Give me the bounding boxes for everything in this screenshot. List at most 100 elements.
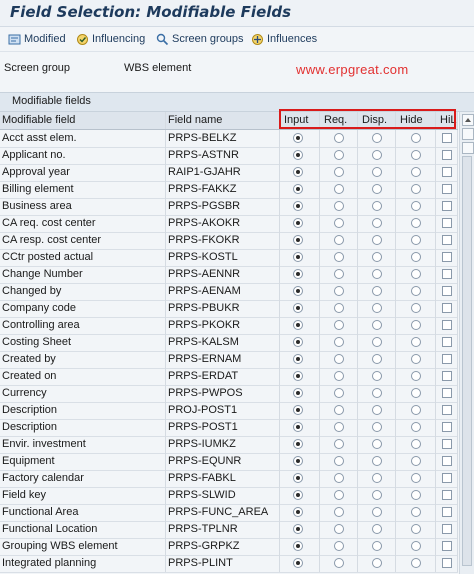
disp-radio[interactable] <box>372 388 382 398</box>
disp-radio[interactable] <box>372 184 382 194</box>
hide-radio[interactable] <box>411 269 421 279</box>
disp-radio[interactable] <box>372 507 382 517</box>
req-radio[interactable] <box>334 337 344 347</box>
hide-radio[interactable] <box>411 490 421 500</box>
req-radio[interactable] <box>334 371 344 381</box>
column-header-modifiable-field[interactable]: Modifiable field <box>0 112 166 129</box>
req-radio[interactable] <box>334 354 344 364</box>
hide-radio[interactable] <box>411 507 421 517</box>
disp-radio[interactable] <box>372 405 382 415</box>
disp-radio[interactable] <box>372 235 382 245</box>
input-radio[interactable] <box>293 507 303 517</box>
input-radio[interactable] <box>293 269 303 279</box>
req-radio[interactable] <box>334 201 344 211</box>
input-radio[interactable] <box>293 524 303 534</box>
screen-groups-button[interactable]: Screen groups <box>156 30 244 48</box>
hide-radio[interactable] <box>411 320 421 330</box>
hili-checkbox[interactable] <box>442 133 452 143</box>
hide-radio[interactable] <box>411 354 421 364</box>
scroll-top-button[interactable] <box>462 142 474 154</box>
input-radio[interactable] <box>293 167 303 177</box>
hili-checkbox[interactable] <box>442 388 452 398</box>
req-radio[interactable] <box>334 235 344 245</box>
hide-radio[interactable] <box>411 422 421 432</box>
hide-radio[interactable] <box>411 473 421 483</box>
hide-radio[interactable] <box>411 218 421 228</box>
disp-radio[interactable] <box>372 337 382 347</box>
disp-radio[interactable] <box>372 167 382 177</box>
hili-checkbox[interactable] <box>442 473 452 483</box>
disp-radio[interactable] <box>372 541 382 551</box>
hili-checkbox[interactable] <box>442 371 452 381</box>
input-radio[interactable] <box>293 235 303 245</box>
disp-radio[interactable] <box>372 473 382 483</box>
input-radio[interactable] <box>293 150 303 160</box>
disp-radio[interactable] <box>372 201 382 211</box>
hili-checkbox[interactable] <box>442 235 452 245</box>
hili-checkbox[interactable] <box>442 405 452 415</box>
input-radio[interactable] <box>293 133 303 143</box>
input-radio[interactable] <box>293 422 303 432</box>
hili-checkbox[interactable] <box>442 252 452 262</box>
req-radio[interactable] <box>334 558 344 568</box>
column-header-hili[interactable]: HiLi <box>436 112 458 129</box>
req-radio[interactable] <box>334 286 344 296</box>
scroll-up-button[interactable] <box>462 114 474 126</box>
influences-button[interactable]: Influences <box>251 30 317 48</box>
input-radio[interactable] <box>293 252 303 262</box>
req-radio[interactable] <box>334 303 344 313</box>
hide-radio[interactable] <box>411 252 421 262</box>
hili-checkbox[interactable] <box>442 286 452 296</box>
hili-checkbox[interactable] <box>442 490 452 500</box>
req-radio[interactable] <box>334 167 344 177</box>
req-radio[interactable] <box>334 405 344 415</box>
req-radio[interactable] <box>334 269 344 279</box>
hili-checkbox[interactable] <box>442 269 452 279</box>
hili-checkbox[interactable] <box>442 218 452 228</box>
hili-checkbox[interactable] <box>442 558 452 568</box>
hili-checkbox[interactable] <box>442 456 452 466</box>
hili-checkbox[interactable] <box>442 337 452 347</box>
disp-radio[interactable] <box>372 252 382 262</box>
req-radio[interactable] <box>334 184 344 194</box>
input-radio[interactable] <box>293 286 303 296</box>
disp-radio[interactable] <box>372 456 382 466</box>
req-radio[interactable] <box>334 422 344 432</box>
hili-checkbox[interactable] <box>442 201 452 211</box>
column-header-hide[interactable]: Hide <box>396 112 436 129</box>
hili-checkbox[interactable] <box>442 167 452 177</box>
req-radio[interactable] <box>334 524 344 534</box>
input-radio[interactable] <box>293 405 303 415</box>
hide-radio[interactable] <box>411 388 421 398</box>
hide-radio[interactable] <box>411 541 421 551</box>
req-radio[interactable] <box>334 473 344 483</box>
input-radio[interactable] <box>293 337 303 347</box>
vertical-scrollbar[interactable] <box>459 112 474 574</box>
disp-radio[interactable] <box>372 422 382 432</box>
input-radio[interactable] <box>293 490 303 500</box>
column-header-req[interactable]: Req. <box>320 112 358 129</box>
hili-checkbox[interactable] <box>442 541 452 551</box>
hide-radio[interactable] <box>411 201 421 211</box>
hide-radio[interactable] <box>411 558 421 568</box>
req-radio[interactable] <box>334 252 344 262</box>
hide-radio[interactable] <box>411 150 421 160</box>
input-radio[interactable] <box>293 320 303 330</box>
hili-checkbox[interactable] <box>442 524 452 534</box>
hili-checkbox[interactable] <box>442 439 452 449</box>
hide-radio[interactable] <box>411 184 421 194</box>
input-radio[interactable] <box>293 371 303 381</box>
disp-radio[interactable] <box>372 303 382 313</box>
column-header-input[interactable]: Input <box>280 112 320 129</box>
disp-radio[interactable] <box>372 490 382 500</box>
modified-button[interactable]: Modified <box>8 30 66 48</box>
column-header-disp[interactable]: Disp. <box>358 112 396 129</box>
input-radio[interactable] <box>293 558 303 568</box>
hili-checkbox[interactable] <box>442 422 452 432</box>
hili-checkbox[interactable] <box>442 507 452 517</box>
disp-radio[interactable] <box>372 133 382 143</box>
hili-checkbox[interactable] <box>442 320 452 330</box>
req-radio[interactable] <box>334 507 344 517</box>
input-radio[interactable] <box>293 456 303 466</box>
hili-checkbox[interactable] <box>442 303 452 313</box>
